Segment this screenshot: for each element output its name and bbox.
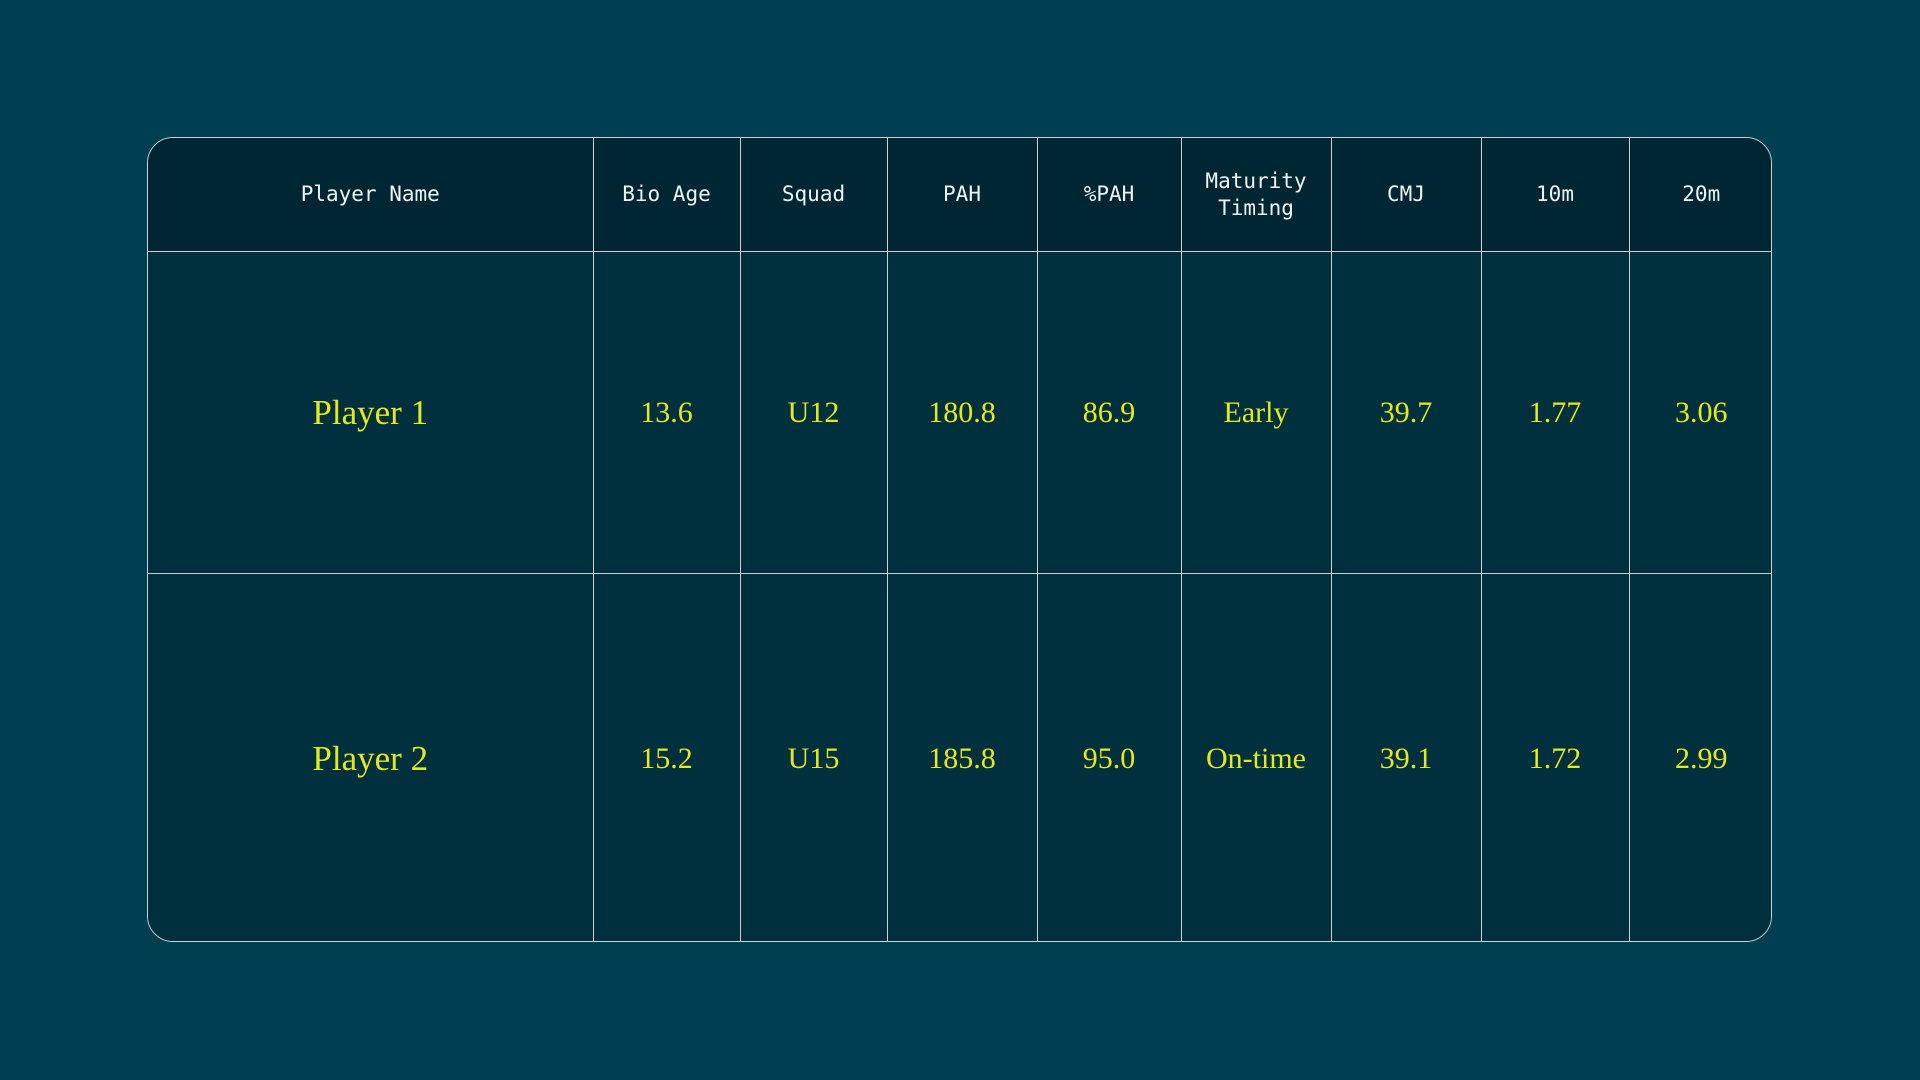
bio-age-cell: 15.2 (593, 573, 741, 941)
pct-pah-cell: 86.9 (1037, 251, 1182, 574)
pah-cell: 180.8 (887, 251, 1038, 574)
column-header-label: %PAH (1083, 182, 1135, 206)
cmj-cell: 39.1 (1331, 573, 1482, 941)
maturity-timing-cell: Early (1181, 251, 1332, 574)
table-body: Player 1 13.6 U12 180.8 86.9 Early 39.7 … (148, 251, 1771, 941)
player-name-cell: Player 2 (148, 573, 594, 941)
column-header-label: CMJ (1387, 182, 1425, 206)
10m-cell: 1.72 (1481, 573, 1630, 941)
column-header-squad: Squad (740, 138, 888, 252)
column-header-pct-pah: %PAH (1037, 138, 1182, 252)
player-name-cell: Player 1 (148, 251, 594, 574)
column-header-maturity-timing: Maturity Timing (1181, 138, 1332, 252)
column-header-pah: PAH (887, 138, 1038, 252)
pct-pah-cell: 95.0 (1037, 573, 1182, 941)
20m-cell: 2.99 (1629, 573, 1771, 941)
column-header-label: Maturity Timing (1205, 168, 1307, 220)
bio-age-cell: 13.6 (593, 251, 741, 574)
column-header-label: Squad (781, 182, 846, 206)
column-header-20m: 20m (1629, 138, 1771, 252)
20m-cell: 3.06 (1629, 251, 1771, 574)
header-row: Player Name Bio Age Squad PAH %PAH Matur… (148, 138, 1771, 252)
column-header-label: Bio Age (622, 182, 711, 206)
pah-cell: 185.8 (887, 573, 1038, 941)
column-header-cmj: CMJ (1331, 138, 1482, 252)
table-header: Player Name Bio Age Squad PAH %PAH Matur… (148, 138, 1771, 252)
squad-cell: U15 (740, 573, 888, 941)
player-metrics-table: Player Name Bio Age Squad PAH %PAH Matur… (148, 138, 1771, 941)
column-header-bio-age: Bio Age (593, 138, 741, 252)
cmj-cell: 39.7 (1331, 251, 1482, 574)
maturity-timing-cell: On-time (1181, 573, 1332, 941)
column-header-label: Player Name (300, 182, 440, 206)
squad-cell: U12 (740, 251, 888, 574)
column-header-10m: 10m (1481, 138, 1630, 252)
table-row: Player 1 13.6 U12 180.8 86.9 Early 39.7 … (148, 251, 1771, 574)
column-header-label: 20m (1682, 182, 1721, 206)
column-header-label: PAH (943, 182, 981, 206)
player-metrics-table-card: Player Name Bio Age Squad PAH %PAH Matur… (147, 137, 1772, 942)
10m-cell: 1.77 (1481, 251, 1630, 574)
column-header-label: 10m (1536, 182, 1574, 206)
column-header-player-name: Player Name (148, 138, 594, 252)
table-row: Player 2 15.2 U15 185.8 95.0 On-time 39.… (148, 573, 1771, 941)
